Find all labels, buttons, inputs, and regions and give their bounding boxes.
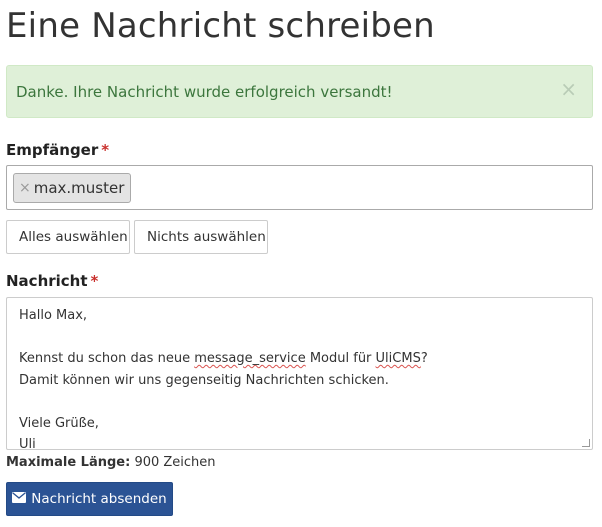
alert-message: Danke. Ihre Nachricht wurde erfolgreich … xyxy=(16,83,393,101)
message-line: Modul für xyxy=(305,351,376,366)
message-line: message_service xyxy=(194,351,306,366)
message-line: Damit können wir uns gegenseitig Nachric… xyxy=(19,372,389,388)
envelope-icon xyxy=(12,491,27,507)
message-line: Viele Grüße, xyxy=(19,415,99,431)
message-line: Hallo Max, xyxy=(19,308,88,323)
message-label-text: Nachricht xyxy=(6,272,88,290)
message-textarea[interactable]: Hallo Max, Kennst du schon das neue mess… xyxy=(6,297,593,450)
message-line: Kennst du schon das neue xyxy=(19,351,195,366)
select-none-button[interactable]: Nichts auswählen xyxy=(134,220,268,254)
recipient-label-text: Empfänger xyxy=(6,141,99,159)
recipient-select[interactable]: × max.muster xyxy=(6,165,593,210)
success-alert: Danke. Ihre Nachricht wurde erfolgreich … xyxy=(6,65,593,118)
message-line: Uli xyxy=(19,437,36,450)
recipient-chip-label: max.muster xyxy=(33,179,125,197)
message-label: Nachricht * xyxy=(6,272,98,290)
message-line: ? xyxy=(420,351,428,366)
max-length-hint: Maximale Länge: 900 Zeichen xyxy=(6,455,216,470)
recipient-chip: × max.muster xyxy=(13,173,132,203)
select-all-button[interactable]: Alles auswählen xyxy=(6,220,130,254)
close-icon[interactable]: × xyxy=(560,79,577,99)
required-mark: * xyxy=(101,141,110,159)
required-mark: * xyxy=(90,272,99,290)
resize-handle[interactable] xyxy=(582,439,590,447)
page-title: Eine Nachricht schreiben xyxy=(6,6,435,46)
send-message-button[interactable]: Nachricht absenden xyxy=(6,482,173,516)
message-line: UliCMS xyxy=(375,351,421,366)
remove-recipient-icon[interactable]: × xyxy=(19,180,31,196)
max-length-value: 900 Zeichen xyxy=(134,455,216,470)
max-length-label: Maximale Länge: xyxy=(6,455,131,470)
send-message-label: Nachricht absenden xyxy=(31,491,167,507)
recipient-label: Empfänger * xyxy=(6,141,109,159)
